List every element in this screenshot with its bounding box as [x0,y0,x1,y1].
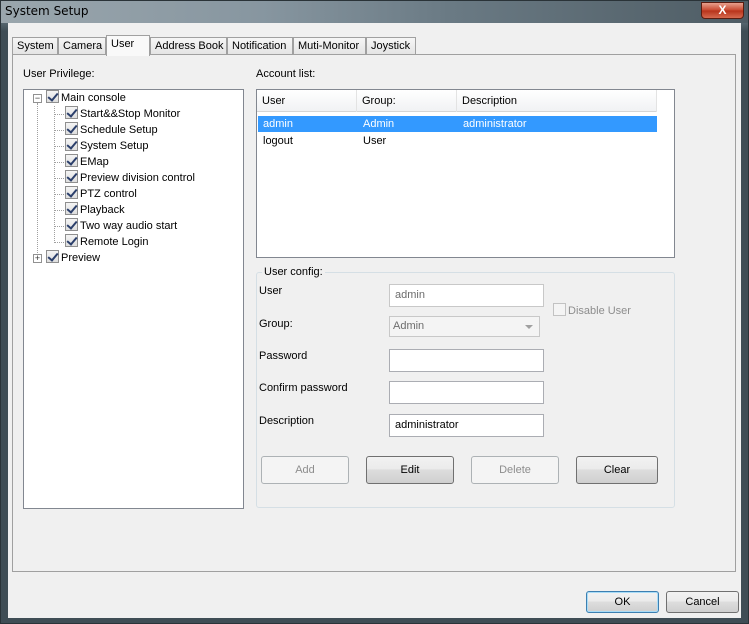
user-config-group: User config: User admin Disable User Gro… [256,266,675,508]
privilege-checkbox[interactable] [65,170,78,183]
ok-button[interactable]: OK [586,591,659,613]
user-privilege-label: User Privilege: [23,68,95,80]
tree-node-label: PTZ control [80,188,137,200]
disable-user-checkbox[interactable] [553,303,566,316]
close-icon: X [718,3,727,17]
tree-node-preview[interactable]: Preview [46,250,100,266]
privilege-checkbox[interactable] [65,138,78,151]
expand-icon[interactable]: + [33,254,42,263]
system-setup-window: System Setup X System Camera User Addres… [0,0,749,624]
user-input[interactable]: admin [389,284,544,307]
tree-node-two-way-audio[interactable]: Two way audio start [65,218,177,234]
group-select[interactable]: Admin [389,316,540,337]
cell-user: admin [263,118,293,130]
tree-node-emap[interactable]: EMap [65,154,109,170]
description-input[interactable]: administrator [389,414,544,437]
privilege-checkbox[interactable] [65,186,78,199]
password-input[interactable] [389,349,544,372]
preview-checkbox[interactable] [46,250,59,263]
description-label: Description [259,415,315,427]
tree-node-label: Main console [61,92,126,104]
confirm-password-input[interactable] [389,381,544,404]
privilege-checkbox[interactable] [65,106,78,119]
group-select-value: Admin [393,320,425,332]
title-bar[interactable]: System Setup X [1,1,748,23]
tab-camera[interactable]: Camera [58,37,106,55]
clear-button[interactable]: Clear [576,456,658,484]
account-row-admin[interactable]: admin Admin administrator [258,116,657,132]
tree-node-remote-login[interactable]: Remote Login [65,234,149,250]
window-title: System Setup [5,4,89,18]
column-header-group[interactable]: Group: [357,90,457,112]
account-list[interactable]: User Group: Description admin Admin admi… [256,89,675,258]
tree-node-label: Playback [80,204,125,216]
tab-joystick[interactable]: Joystick [366,37,416,55]
account-list-label: Account list: [256,68,316,80]
account-row-logout[interactable]: logout User [258,133,657,149]
tab-system[interactable]: System [12,37,58,55]
chevron-down-icon [525,325,533,329]
tab-notification[interactable]: Notification [227,37,293,55]
account-list-header: User Group: Description [257,90,657,112]
collapse-icon[interactable]: − [33,94,42,103]
tree-node-label: Two way audio start [80,220,178,232]
cell-group: User [363,135,387,147]
column-header-description[interactable]: Description [457,90,657,112]
tree-node-label: Remote Login [80,236,149,248]
delete-button[interactable]: Delete [471,456,559,484]
tree-node-system-setup[interactable]: System Setup [65,138,148,154]
privilege-checkbox[interactable] [65,122,78,135]
cell-group: Admin [363,118,395,130]
column-header-user[interactable]: User [257,90,357,112]
tree-node-label: Schedule Setup [80,124,158,136]
tree-node-label: Preview [61,252,101,264]
privilege-checkbox[interactable] [65,154,78,167]
user-label: User [259,285,283,297]
close-button[interactable]: X [701,2,744,19]
tab-address-book[interactable]: Address Book [150,37,227,55]
privilege-checkbox[interactable] [65,202,78,215]
tree-node-start-stop-monitor[interactable]: Start&&Stop Monitor [65,106,180,122]
privilege-tree[interactable]: − Main console Start&&Stop Monitor Sched… [23,89,244,509]
dialog-client: System Camera User Address Book Notifica… [8,23,741,618]
tree-node-label: System Setup [80,140,149,152]
disable-user-option[interactable]: Disable User [553,303,631,317]
tab-user[interactable]: User [106,35,150,56]
user-tab-panel: User Privilege: − Main console Start&&St… [12,54,736,572]
tree-node-label: EMap [80,156,109,168]
tree-node-schedule-setup[interactable]: Schedule Setup [65,122,158,138]
tab-muti-monitor[interactable]: Muti-Monitor [293,37,366,55]
privilege-checkbox[interactable] [65,234,78,247]
group-label: Group: [259,318,293,330]
edit-button[interactable]: Edit [366,456,454,484]
tree-node-preview-division-control[interactable]: Preview division control [65,170,195,186]
tree-node-label: Start&&Stop Monitor [80,108,181,120]
tree-node-ptz-control[interactable]: PTZ control [65,186,137,202]
confirm-password-label: Confirm password [259,382,348,394]
privilege-checkbox[interactable] [65,218,78,231]
tree-node-playback[interactable]: Playback [65,202,125,218]
main-console-checkbox[interactable] [46,90,59,103]
disable-user-label: Disable User [568,305,631,317]
tree-node-label: Preview division control [80,172,195,184]
tree-node-main-console[interactable]: Main console [46,90,126,106]
cancel-button[interactable]: Cancel [666,591,739,613]
password-label: Password [259,350,308,362]
user-config-title: User config: [262,266,325,278]
add-button[interactable]: Add [261,456,349,484]
cell-user: logout [263,135,293,147]
cell-description: administrator [463,118,527,130]
